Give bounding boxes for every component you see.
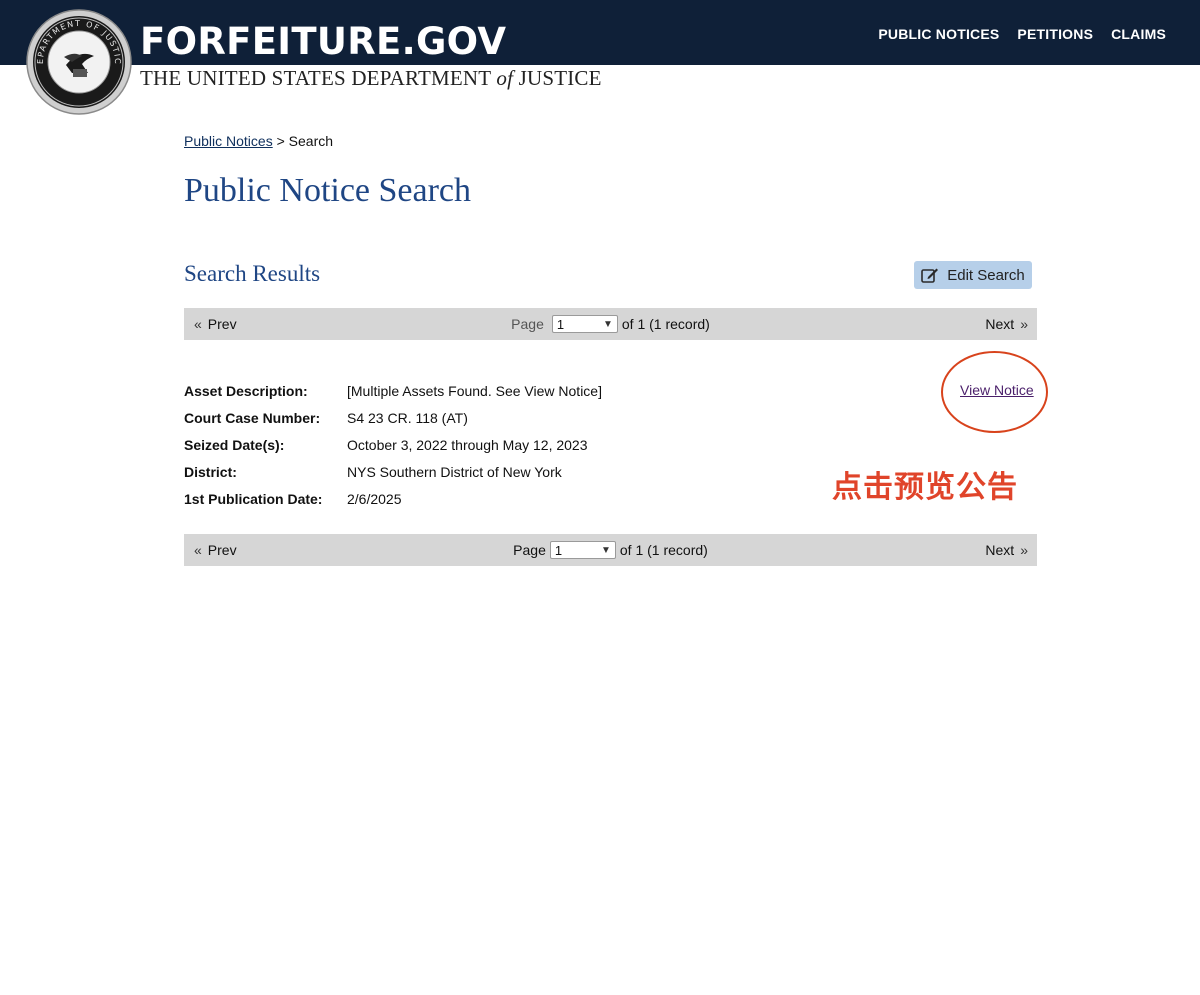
page-select-value: 1 bbox=[554, 542, 563, 558]
edit-search-label: Edit Search bbox=[947, 266, 1025, 284]
edit-search-button[interactable]: Edit Search bbox=[914, 261, 1032, 289]
doj-seal-logo[interactable]: DEPARTMENT OF JUSTICE bbox=[26, 9, 132, 115]
next-label: Next bbox=[985, 542, 1015, 558]
next-page-link-bottom[interactable]: Next » bbox=[985, 534, 1028, 566]
site-brand-subtitle: THE UNITED STATES DEPARTMENT of JUSTICE bbox=[140, 66, 602, 91]
view-notice-link[interactable]: View Notice bbox=[960, 382, 1034, 398]
page-count-text: of 1 (1 record) bbox=[621, 316, 710, 332]
page-label: Page bbox=[513, 542, 546, 558]
edit-square-icon bbox=[921, 268, 939, 283]
detail-value: October 3, 2022 through May 12, 2023 bbox=[347, 437, 588, 453]
detail-label: Court Case Number: bbox=[184, 410, 321, 426]
page-count-text: of 1 (1 record) bbox=[619, 542, 708, 558]
page-label: Page bbox=[511, 316, 544, 332]
brand-sub-of: of bbox=[496, 66, 514, 90]
breadcrumb: Public Notices > Search bbox=[184, 133, 333, 149]
detail-label: 1st Publication Date: bbox=[184, 491, 323, 507]
detail-value: 2/6/2025 bbox=[347, 491, 402, 507]
page-select-bottom[interactable]: 1 ▼ bbox=[549, 541, 616, 559]
pager-top: « Prev Page 1 ▼ of 1 (1 record) Next » bbox=[184, 308, 1037, 340]
detail-label: Seized Date(s): bbox=[184, 437, 285, 453]
detail-value: S4 23 CR. 118 (AT) bbox=[347, 410, 468, 426]
site-brand-title[interactable]: FORFEITURE.GOV bbox=[140, 18, 506, 66]
next-page-link-top[interactable]: Next » bbox=[985, 308, 1028, 340]
page-selector-top: Page 1 ▼ of 1 (1 record) bbox=[184, 308, 1037, 340]
page-title: Public Notice Search bbox=[184, 172, 472, 209]
breadcrumb-current: Search bbox=[288, 133, 334, 149]
detail-value: [Multiple Assets Found. See View Notice] bbox=[347, 383, 602, 399]
page-select-top[interactable]: 1 ▼ bbox=[551, 315, 618, 333]
search-results-heading: Search Results bbox=[184, 261, 321, 286]
main-nav: PUBLIC NOTICES PETITIONS CLAIMS bbox=[878, 26, 1166, 42]
double-chevron-right-icon: » bbox=[1020, 316, 1028, 332]
nav-claims[interactable]: CLAIMS bbox=[1111, 26, 1166, 42]
chevron-down-icon: ▼ bbox=[600, 544, 611, 556]
next-label: Next bbox=[985, 316, 1015, 332]
annotation-text: 点击预览公告 bbox=[832, 470, 1018, 505]
double-chevron-right-icon: » bbox=[1020, 542, 1028, 558]
pager-bottom: « Prev Page 1 ▼ of 1 (1 record) Next » bbox=[184, 534, 1037, 566]
brand-sub-main: THE UNITED STATES DEPARTMENT bbox=[140, 66, 491, 90]
breadcrumb-separator: > bbox=[276, 133, 285, 149]
chevron-down-icon: ▼ bbox=[602, 318, 613, 330]
detail-label: Asset Description: bbox=[184, 383, 308, 399]
detail-value: NYS Southern District of New York bbox=[347, 464, 562, 480]
brand-sub-end: JUSTICE bbox=[518, 66, 602, 90]
nav-petitions[interactable]: PETITIONS bbox=[1017, 26, 1093, 42]
page-select-value: 1 bbox=[556, 316, 565, 332]
page-selector-bottom: Page 1 ▼ of 1 (1 record) bbox=[184, 534, 1037, 566]
breadcrumb-public-notices-link[interactable]: Public Notices bbox=[184, 133, 273, 149]
nav-public-notices[interactable]: PUBLIC NOTICES bbox=[878, 26, 999, 42]
detail-label: District: bbox=[184, 464, 237, 480]
